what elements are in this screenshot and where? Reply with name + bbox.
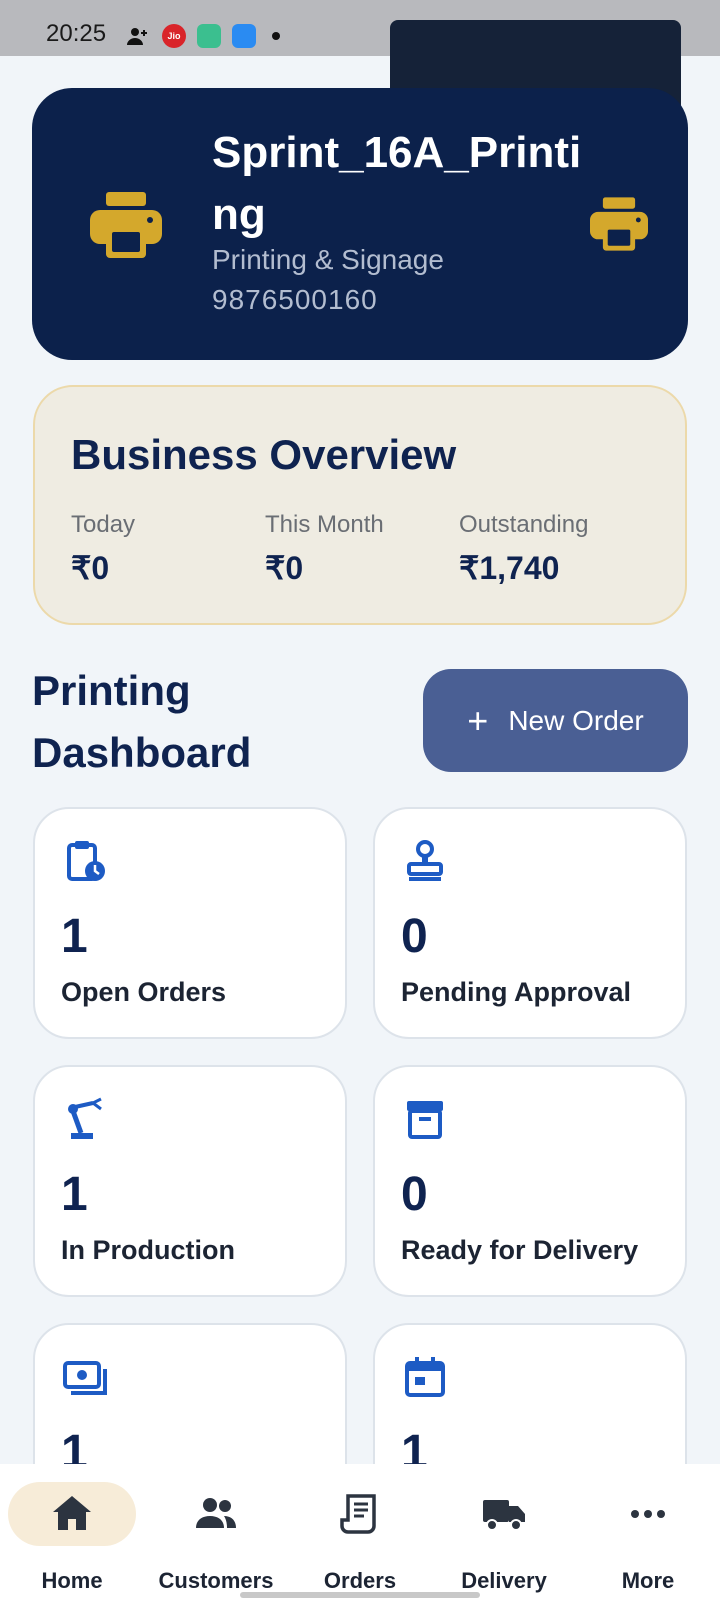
nav-label: Delivery xyxy=(461,1568,547,1593)
more-dots-icon xyxy=(631,1510,665,1518)
tile-value: 1 xyxy=(61,910,88,963)
new-order-label: New Order xyxy=(508,704,644,736)
business-overview-card: Business Overview Today ₹0 This Month ₹0… xyxy=(33,385,687,625)
nav-item-orders[interactable]: Orders xyxy=(288,1464,432,1600)
nav-label: Customers xyxy=(158,1568,274,1593)
browser-notification-icon xyxy=(232,24,256,48)
home-icon xyxy=(53,1496,91,1530)
printer-icon xyxy=(90,192,162,258)
app-notification-icon xyxy=(197,24,221,48)
bottom-navigation: Home Customers Orders Delivery More xyxy=(0,1464,720,1600)
stat-value: ₹1,740 xyxy=(459,550,560,586)
nav-item-customers[interactable]: Customers xyxy=(144,1464,288,1600)
more-notifications-dot-icon xyxy=(272,32,280,40)
dashboard-title: Printing Dashboard xyxy=(32,667,252,776)
people-icon xyxy=(196,1498,236,1528)
business-phone: 9876500160 xyxy=(212,284,378,315)
calendar-icon xyxy=(405,1357,445,1397)
home-indicator[interactable] xyxy=(240,1592,480,1598)
cash-icon xyxy=(63,1361,107,1395)
business-name: Sprint_16A_Printing xyxy=(212,128,582,239)
nav-label: Home xyxy=(41,1568,103,1593)
tile-open-orders[interactable]: 1 Open Orders xyxy=(33,807,347,1039)
printer-icon xyxy=(590,197,648,251)
truck-icon xyxy=(483,1500,525,1531)
overview-stat-this-month: This Month ₹0 xyxy=(265,511,384,587)
tile-in-production[interactable]: 1 In Production xyxy=(33,1065,347,1297)
tile-value: 0 xyxy=(401,910,428,963)
overview-stat-today: Today ₹0 xyxy=(71,511,135,587)
clipboard-clock-icon xyxy=(67,841,105,881)
overview-stat-outstanding: Outstanding ₹1,740 xyxy=(459,511,588,587)
tile-value: 0 xyxy=(401,1168,428,1221)
overview-title: Business Overview xyxy=(71,431,457,478)
nav-item-home[interactable]: Home xyxy=(0,1464,144,1600)
business-category: Printing & Signage xyxy=(212,244,444,275)
archive-box-icon xyxy=(407,1101,443,1139)
tile-label: Pending Approval xyxy=(401,977,632,1007)
stat-label: Outstanding xyxy=(459,511,589,538)
robot-arm-icon xyxy=(68,1097,102,1139)
nav-item-delivery[interactable]: Delivery xyxy=(432,1464,576,1600)
tile-pending-approval[interactable]: 0 Pending Approval xyxy=(373,807,687,1039)
stamp-icon xyxy=(407,840,443,881)
nav-label: Orders xyxy=(323,1568,397,1593)
stat-label: This Month xyxy=(265,511,384,538)
tile-value: 1 xyxy=(61,1168,88,1221)
nav-label: More xyxy=(621,1568,675,1593)
stat-label: Today xyxy=(71,511,136,538)
tile-label: Ready for Delivery xyxy=(401,1235,639,1265)
person-add-icon xyxy=(126,24,150,48)
jio-icon: Jio xyxy=(162,24,186,48)
tile-ready-for-delivery[interactable]: 0 Ready for Delivery xyxy=(373,1065,687,1297)
status-time: 20:25 xyxy=(46,20,107,47)
plus-icon: + xyxy=(467,699,489,741)
tile-label: Open Orders xyxy=(61,977,227,1007)
business-header-card[interactable]: Sprint_16A_Printing Printing & Signage 9… xyxy=(32,88,688,360)
nav-item-more[interactable]: More xyxy=(576,1464,720,1600)
new-order-button[interactable]: + New Order xyxy=(423,669,688,772)
stat-value: ₹0 xyxy=(71,550,110,586)
receipt-icon xyxy=(340,1494,376,1534)
stat-value: ₹0 xyxy=(265,550,304,586)
tile-label: In Production xyxy=(61,1235,235,1265)
